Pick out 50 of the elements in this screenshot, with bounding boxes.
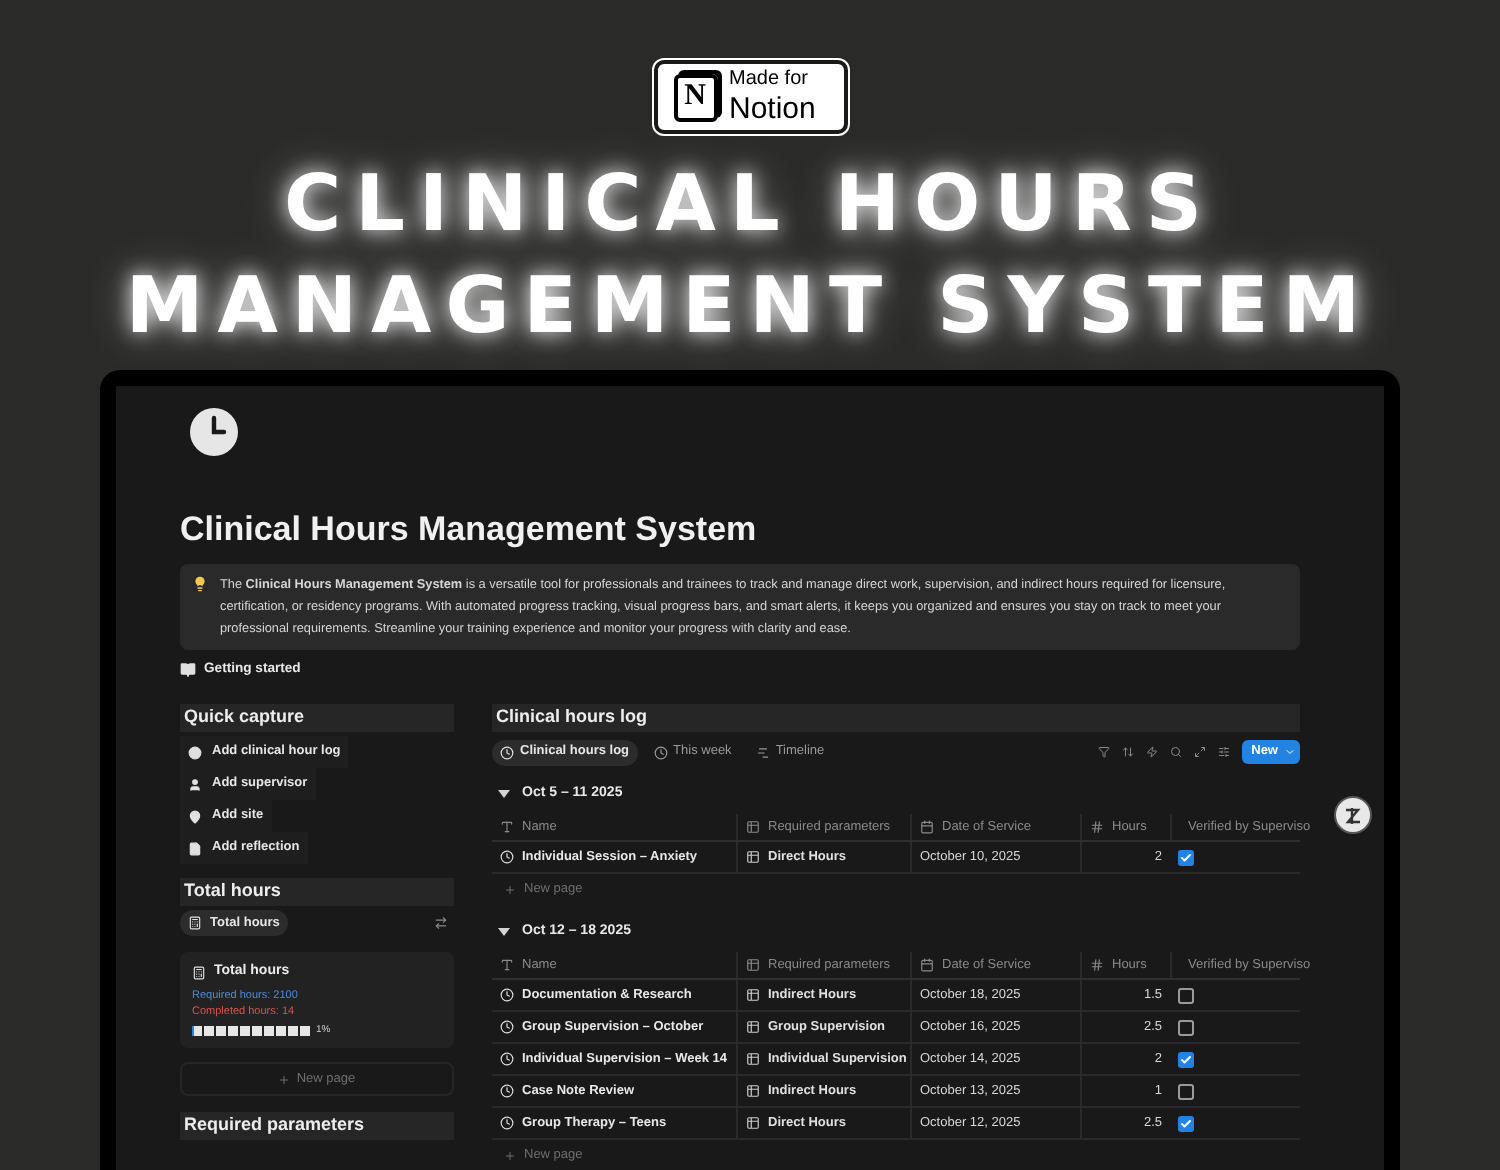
plus-icon [278, 1073, 291, 1085]
calculator-icon [192, 965, 206, 980]
caret-icon[interactable] [498, 926, 510, 938]
plus-icon [504, 884, 516, 896]
verified-checkbox[interactable] [1178, 1051, 1194, 1067]
search-icon[interactable] [1169, 746, 1182, 758]
settings-icon[interactable] [1217, 746, 1230, 758]
filter-icon[interactable] [1097, 746, 1110, 758]
lightning-icon[interactable] [1145, 746, 1158, 758]
table-icon [746, 850, 760, 864]
column-type-icon [746, 958, 760, 972]
section-title: Clinical hours log [496, 704, 648, 731]
verified-checkbox[interactable] [1178, 1115, 1194, 1131]
switch-icon[interactable] [434, 916, 448, 930]
table-icon [746, 988, 760, 1002]
column-type-icon [500, 820, 514, 834]
column-type-icon [1090, 820, 1104, 834]
column-type-icon [920, 958, 934, 972]
verified-checkbox[interactable] [1178, 1019, 1194, 1035]
timeline-icon [755, 745, 770, 759]
verified-checkbox[interactable] [1178, 1083, 1194, 1099]
pin-icon [188, 809, 202, 823]
person-icon [188, 777, 202, 791]
verified-checkbox[interactable] [1178, 849, 1194, 865]
headline: CLINICAL HOURS [284, 158, 1216, 254]
headline: MANAGEMENT SYSTEM [125, 260, 1375, 356]
column-type-icon [746, 820, 760, 834]
plus-icon [504, 1150, 516, 1162]
calculator-icon [188, 916, 202, 930]
caret-icon[interactable] [498, 788, 510, 800]
table-icon [746, 1020, 760, 1034]
table-icon [746, 1052, 760, 1066]
lightbulb-icon [192, 576, 208, 592]
verified-checkbox[interactable] [1178, 987, 1194, 1003]
column-type-icon [1090, 958, 1104, 972]
badge-caption: Made for [729, 70, 810, 90]
book-icon [180, 662, 196, 678]
chevron-down-icon [1284, 746, 1296, 758]
cube-logo: N [673, 73, 717, 121]
section-title: Total hours [184, 878, 281, 905]
page-title: Clinical Hours Management System [180, 510, 759, 550]
section-title: Required parameters [184, 1112, 365, 1139]
table-icon [746, 1116, 760, 1130]
sort-icon[interactable] [1121, 746, 1134, 758]
document-icon [188, 841, 202, 855]
table-icon [746, 1084, 760, 1098]
badge-title: Notion [729, 94, 816, 124]
section-title: Quick capture [184, 704, 305, 731]
column-type-icon [500, 958, 514, 972]
column-type-icon [920, 820, 934, 834]
